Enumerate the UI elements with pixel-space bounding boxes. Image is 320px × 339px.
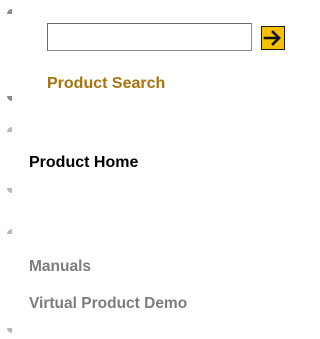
box-top-corner bbox=[7, 229, 12, 234]
box-top-corner bbox=[7, 9, 12, 14]
product-nav-panel: Product Search Product Home Manuals Virt… bbox=[0, 0, 305, 339]
box-bottom-corner bbox=[7, 96, 12, 101]
product-home-link[interactable]: Product Home bbox=[29, 154, 138, 172]
arrow-right-icon bbox=[262, 27, 284, 49]
box-bottom-corner bbox=[7, 188, 12, 193]
virtual-product-demo-link[interactable]: Virtual Product Demo bbox=[29, 295, 187, 313]
search-input[interactable] bbox=[47, 23, 252, 51]
search-go-button[interactable] bbox=[261, 26, 285, 50]
box-top-corner bbox=[7, 127, 12, 132]
product-search-link[interactable]: Product Search bbox=[47, 75, 165, 93]
box-bottom-corner bbox=[7, 328, 12, 333]
manuals-link[interactable]: Manuals bbox=[29, 258, 91, 276]
